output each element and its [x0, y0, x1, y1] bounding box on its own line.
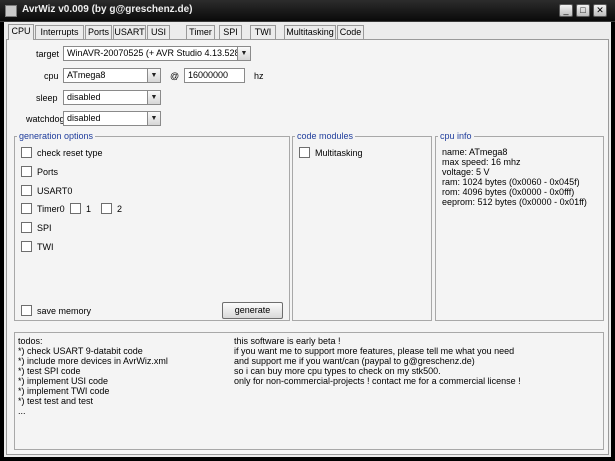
sleep-select-value: disabled	[67, 92, 101, 102]
tab-interrupts[interactable]: Interrupts	[35, 25, 84, 39]
sleep-label: sleep	[36, 93, 58, 103]
spi-checkbox[interactable]	[21, 222, 32, 233]
generation-options-group: generation options check reset type Port…	[14, 131, 290, 321]
todo-line: ...	[18, 406, 26, 416]
check-reset-type-checkbox[interactable]	[21, 147, 32, 158]
generate-button[interactable]: generate	[222, 302, 283, 319]
tab-spi[interactable]: SPI	[219, 25, 242, 39]
cpu-info-line: eeprom: 512 bytes (0x0000 - 0x01ff)	[442, 197, 587, 207]
minimize-button[interactable]: _	[559, 4, 573, 17]
todo-line: *) include more devices in AvrWiz.xml	[18, 356, 168, 366]
cpu-select[interactable]: ATmega8 ▼	[63, 68, 161, 83]
tab-usi[interactable]: USI	[147, 25, 170, 39]
cpu-info-line: voltage: 5 V	[442, 167, 490, 177]
cpu-info-title: cpu info	[438, 131, 474, 141]
cpu-info-line: ram: 1024 bytes (0x0060 - 0x045f)	[442, 177, 580, 187]
timer1-label: 1	[86, 204, 92, 214]
tab-ports[interactable]: Ports	[85, 25, 112, 39]
tab-multitasking[interactable]: Multitasking	[284, 25, 336, 39]
tab-code[interactable]: Code	[337, 25, 364, 39]
tab-strip: CPU Interrupts Ports USART USI Timer SPI…	[6, 24, 606, 40]
timer0-checkbox[interactable]	[21, 203, 32, 214]
chevron-down-icon: ▼	[147, 91, 160, 104]
twi-label: TWI	[37, 242, 54, 252]
multitasking-label: Multitasking	[315, 148, 363, 158]
info-line: and support me if you want/can (paypal t…	[234, 356, 475, 366]
cpu-info-line: name: ATmega8	[442, 147, 508, 157]
timer1-checkbox[interactable]	[70, 203, 81, 214]
chevron-down-icon: ▼	[237, 47, 250, 60]
watchdog-select[interactable]: disabled ▼	[63, 111, 161, 126]
multitasking-checkbox[interactable]	[299, 147, 310, 158]
ports-label: Ports	[37, 167, 59, 177]
usart0-label: USART0	[37, 186, 73, 196]
twi-checkbox[interactable]	[21, 241, 32, 252]
at-sign: @	[170, 71, 180, 81]
tab-cpu[interactable]: CPU	[8, 24, 34, 40]
info-line: if you want me to support more features,…	[234, 346, 515, 356]
todo-line: *) test test and test	[18, 396, 94, 406]
usart0-checkbox[interactable]	[21, 185, 32, 196]
close-button[interactable]: ✕	[593, 4, 607, 17]
tab-usart[interactable]: USART	[113, 25, 146, 39]
cpu-info-group: cpu info name: ATmega8 max speed: 16 mhz…	[435, 131, 604, 321]
tab-timer[interactable]: Timer	[186, 25, 215, 39]
watchdog-label: watchdog	[26, 114, 65, 124]
maximize-button[interactable]: □	[576, 4, 590, 17]
todo-line: *) implement TWI code	[18, 386, 110, 396]
timer2-label: 2	[117, 204, 123, 214]
save-memory-label: save memory	[37, 306, 92, 316]
frequency-unit: hz	[254, 71, 264, 81]
notes-panel: todos: *) check USART 9-databit code *) …	[14, 332, 604, 450]
tab-twi[interactable]: TWI	[250, 25, 276, 39]
target-select-value: WinAVR-20070525 (+ AVR Studio 4.13.528)	[67, 48, 243, 58]
check-reset-type-label: check reset type	[37, 148, 103, 158]
cpu-select-value: ATmega8	[67, 70, 106, 80]
todo-line: *) implement USI code	[18, 376, 109, 386]
chevron-down-icon: ▼	[147, 112, 160, 125]
chevron-down-icon: ▼	[147, 69, 160, 82]
cpu-tab-page: target WinAVR-20070525 (+ AVR Studio 4.1…	[6, 39, 609, 455]
target-select[interactable]: WinAVR-20070525 (+ AVR Studio 4.13.528) …	[63, 46, 251, 61]
todo-line: *) check USART 9-databit code	[18, 346, 143, 356]
todo-line: *) test SPI code	[18, 366, 81, 376]
window-title: AvrWiz v0.009 (by g@greschenz.de)	[22, 4, 193, 15]
generation-options-title: generation options	[17, 131, 96, 141]
todo-line: todos:	[18, 336, 43, 346]
info-line: so i can buy more cpu types to check on …	[234, 366, 441, 376]
cpu-info-line: max speed: 16 mhz	[442, 157, 521, 167]
frequency-input[interactable]: 16000000	[184, 68, 245, 83]
client-area: CPU Interrupts Ports USART USI Timer SPI…	[4, 22, 611, 457]
save-memory-checkbox[interactable]	[21, 305, 32, 316]
timer0-label: Timer0	[37, 204, 65, 214]
spi-label: SPI	[37, 223, 52, 233]
info-line: only for non-commercial-projects ! conta…	[234, 376, 521, 386]
title-bar[interactable]: AvrWiz v0.009 (by g@greschenz.de) _ □ ✕	[0, 0, 615, 22]
timer2-checkbox[interactable]	[101, 203, 112, 214]
code-modules-group: code modules Multitasking	[292, 131, 432, 321]
app-icon	[5, 5, 17, 17]
watchdog-select-value: disabled	[67, 113, 101, 123]
target-label: target	[36, 49, 60, 59]
ports-checkbox[interactable]	[21, 166, 32, 177]
cpu-label: cpu	[44, 71, 59, 81]
info-line: this software is early beta !	[234, 336, 341, 346]
cpu-info-line: rom: 4096 bytes (0x0000 - 0x0fff)	[442, 187, 575, 197]
sleep-select[interactable]: disabled ▼	[63, 90, 161, 105]
code-modules-title: code modules	[295, 131, 356, 141]
app-window: AvrWiz v0.009 (by g@greschenz.de) _ □ ✕ …	[0, 0, 615, 461]
